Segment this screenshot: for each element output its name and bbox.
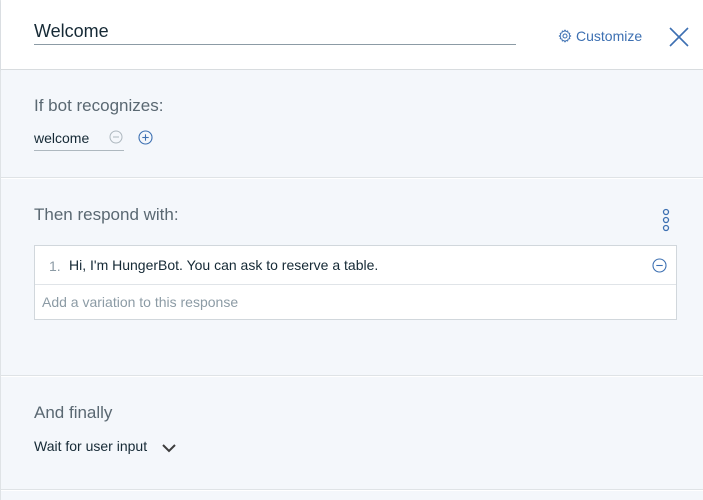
customize-button[interactable]: Customize xyxy=(558,27,642,45)
add-condition-icon[interactable] xyxy=(138,130,153,145)
response-section: Then respond with: 1. Hi, I'm HungerBot.… xyxy=(1,179,703,376)
node-header: Customize xyxy=(1,0,703,70)
close-icon[interactable] xyxy=(668,26,690,48)
overflow-menu-icon[interactable] xyxy=(661,208,671,232)
finally-action-dropdown[interactable]: Wait for user input xyxy=(34,436,177,456)
chevron-down-icon xyxy=(162,444,176,453)
gear-icon xyxy=(558,29,572,43)
finally-action-value: Wait for user input xyxy=(34,438,148,454)
remove-condition-icon[interactable] xyxy=(109,130,123,144)
node-editor-panel: Customize If bot recognizes: welcome The… xyxy=(0,0,703,500)
response-text: Hi, I'm HungerBot. You can ask to reserv… xyxy=(69,257,379,273)
response-item[interactable]: 1. Hi, I'm HungerBot. You can ask to res… xyxy=(35,246,676,285)
condition-value: welcome xyxy=(34,130,90,146)
response-number: 1. xyxy=(49,258,61,274)
panel-footer-area xyxy=(1,491,703,500)
response-list: 1. Hi, I'm HungerBot. You can ask to res… xyxy=(34,245,677,320)
finally-section-label: And finally xyxy=(34,403,113,422)
response-section-label: Then respond with: xyxy=(34,205,179,224)
finally-section: And finally Wait for user input xyxy=(1,377,703,490)
node-title-input[interactable] xyxy=(34,18,516,45)
add-variation-input[interactable] xyxy=(35,284,676,319)
remove-response-icon[interactable] xyxy=(652,258,667,273)
customize-label: Customize xyxy=(576,28,643,44)
condition-section: If bot recognizes: welcome xyxy=(1,70,703,178)
condition-section-label: If bot recognizes: xyxy=(34,96,164,115)
